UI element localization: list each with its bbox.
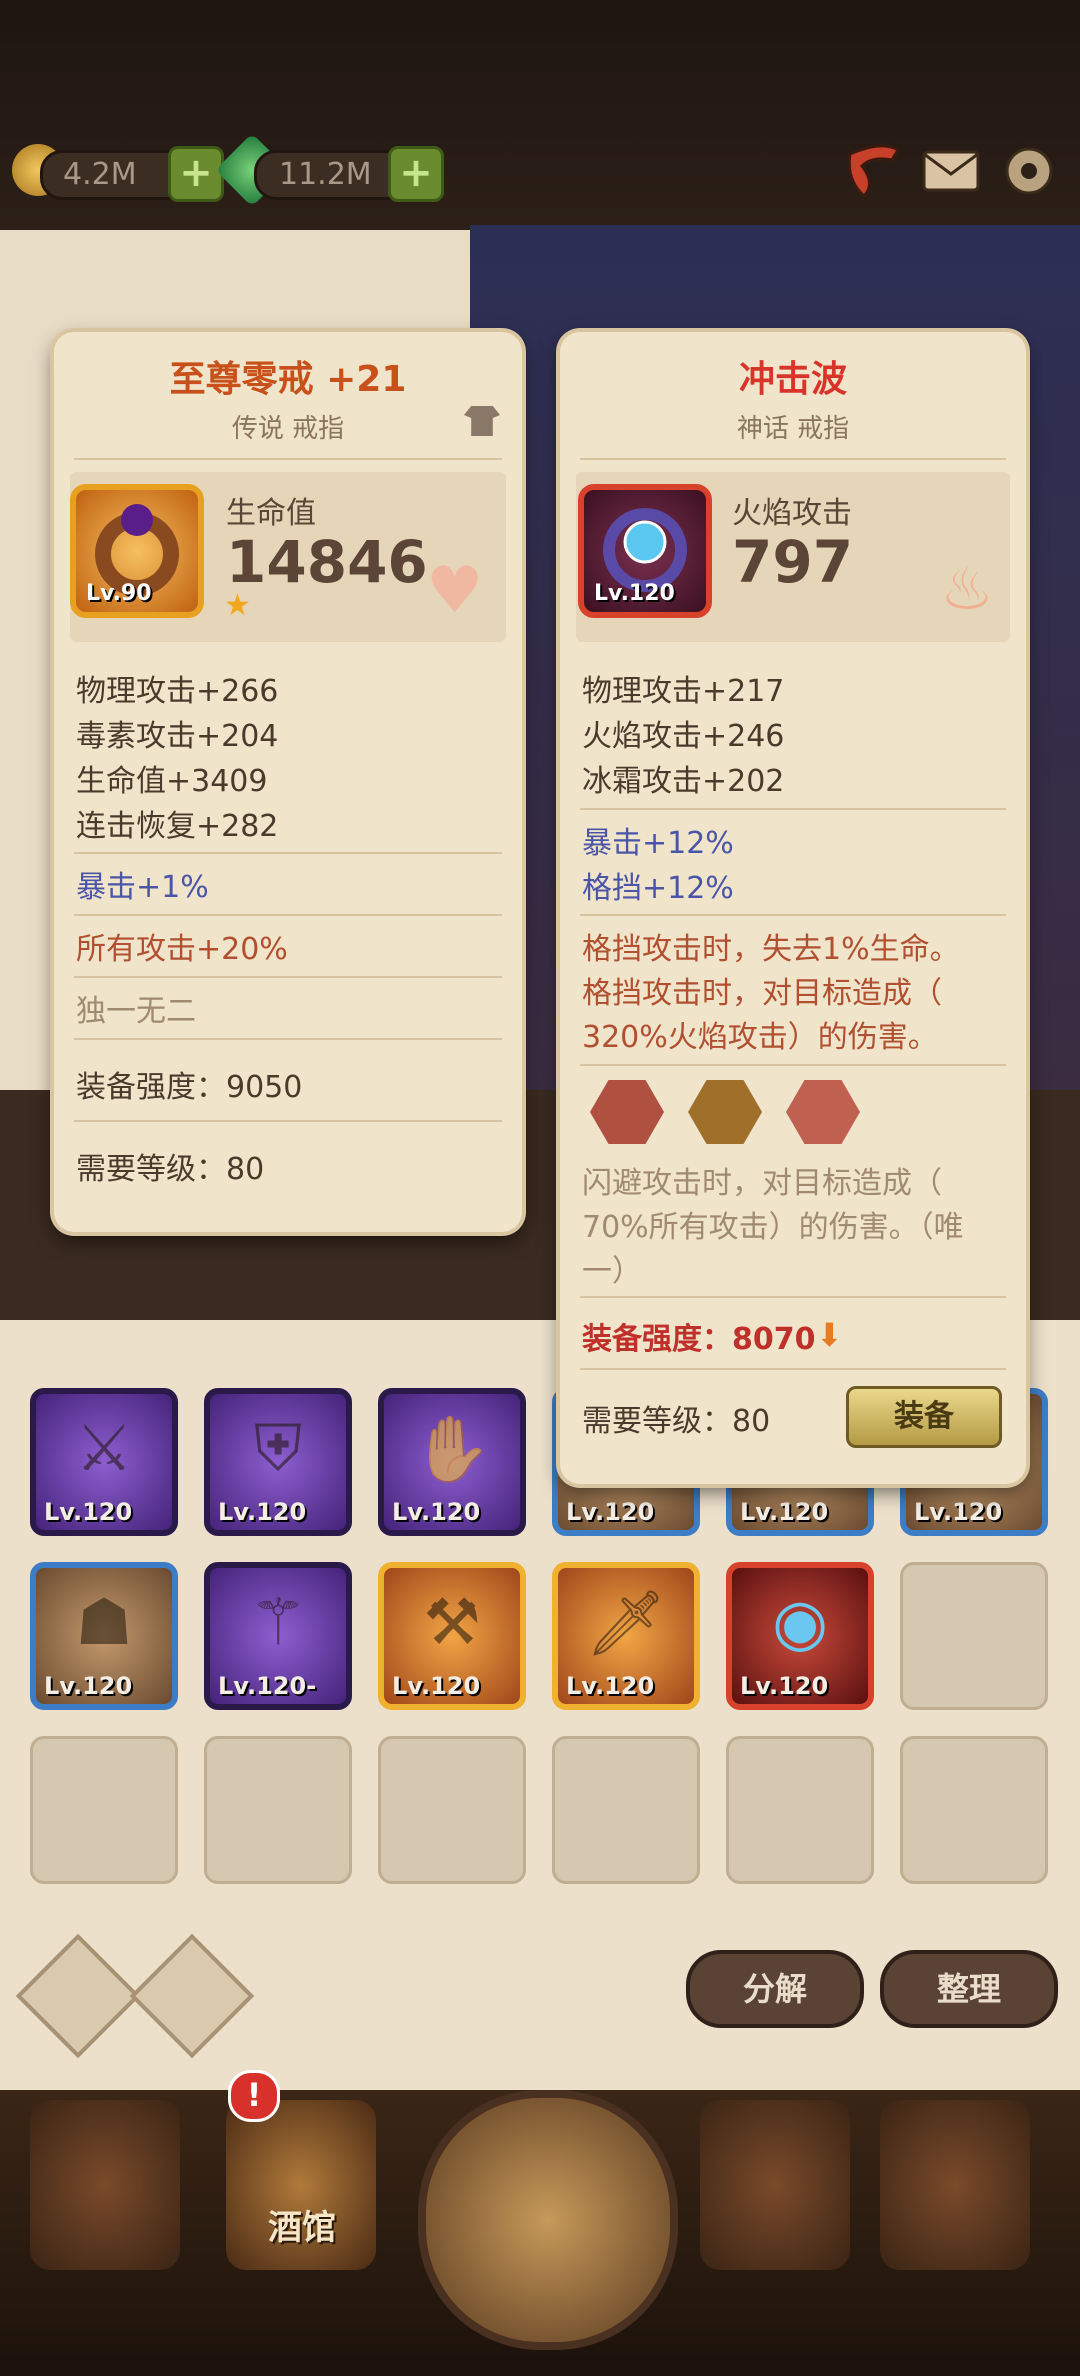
item-title: 至尊零戒 +21 bbox=[169, 359, 407, 400]
divider bbox=[74, 1120, 502, 1122]
inventory-slot[interactable]: ⛨ Lv.120 bbox=[204, 1388, 352, 1536]
alert-badge-icon: ! bbox=[228, 2070, 280, 2122]
inventory-slot-empty[interactable] bbox=[900, 1736, 1048, 1884]
stat-line: 物理攻击+217 bbox=[582, 674, 785, 709]
socket-effect-line: 一） bbox=[582, 1254, 642, 1289]
ring-icon: Lv.120 bbox=[578, 484, 712, 618]
arrow-down-icon: ⬇ bbox=[816, 1316, 843, 1354]
effect-line: 格挡攻击时，失去1%生命。 bbox=[582, 932, 960, 967]
horn-icon[interactable] bbox=[842, 140, 904, 202]
inventory-slot-empty[interactable] bbox=[378, 1736, 526, 1884]
divider bbox=[580, 808, 1006, 810]
main-stat-value: 797 bbox=[732, 528, 854, 596]
divider bbox=[74, 852, 502, 854]
main-stat-label: 火焰攻击 bbox=[732, 496, 852, 531]
inventory-slot-empty[interactable] bbox=[30, 1736, 178, 1884]
socket-gem-icon bbox=[590, 1080, 664, 1144]
inventory-slot-empty[interactable] bbox=[552, 1736, 700, 1884]
divider bbox=[580, 1064, 1006, 1066]
ring-icon: Lv.90 bbox=[70, 484, 204, 618]
divider bbox=[580, 1296, 1006, 1298]
required-level: 需要等级：80 bbox=[582, 1404, 771, 1439]
divider bbox=[580, 914, 1006, 916]
stat-line: 毒素攻击+204 bbox=[76, 719, 279, 754]
stat-line: 物理攻击+266 bbox=[76, 674, 279, 709]
socket-gem-icon bbox=[786, 1080, 860, 1144]
unique-tag: 独一无二 bbox=[76, 994, 196, 1029]
shield-icon: ⛨ bbox=[254, 1412, 302, 1486]
required-level: 需要等级：80 bbox=[76, 1152, 265, 1187]
add-gems-button[interactable]: + bbox=[388, 146, 444, 202]
dagger-icon: 🗡 bbox=[585, 1587, 667, 1661]
club-icon: ⚒ bbox=[423, 1586, 481, 1660]
effect-line: 格挡攻击时，对目标造成（ bbox=[582, 976, 942, 1011]
mail-icon[interactable] bbox=[920, 140, 982, 202]
decompose-button[interactable]: 分解 bbox=[686, 1950, 864, 2028]
star-icon: ★ bbox=[224, 588, 251, 623]
equipment-power: 装备强度：8070 bbox=[582, 1322, 816, 1357]
flame-icon: ♨ bbox=[940, 554, 994, 624]
effect-line: 320%火焰攻击）的伤害。 bbox=[582, 1020, 938, 1055]
ring-icon: ◉ bbox=[772, 1586, 828, 1660]
scythe-icon: ⚔ bbox=[75, 1412, 133, 1486]
bonus-stat: 所有攻击+20% bbox=[76, 932, 288, 967]
divider bbox=[74, 914, 502, 916]
nav-adventure-button[interactable] bbox=[418, 2090, 678, 2350]
crit-stat: 暴击+12% bbox=[582, 826, 734, 861]
nav-house-button[interactable] bbox=[30, 2100, 180, 2270]
equipment-power: 装备强度：9050 bbox=[76, 1070, 303, 1105]
socket-effect-line: 70%所有攻击）的伤害。（唯 bbox=[582, 1210, 964, 1245]
socket-effect-line: 闪避攻击时，对目标造成（ bbox=[582, 1166, 942, 1201]
divider bbox=[74, 458, 502, 460]
nav-forge-button[interactable] bbox=[880, 2100, 1030, 2270]
add-gold-button[interactable]: + bbox=[168, 146, 224, 202]
inventory-slot[interactable]: ✋ Lv.120 bbox=[378, 1388, 526, 1536]
equip-button[interactable]: 装备 bbox=[846, 1386, 1002, 1448]
equipped-item-card: 至尊零戒 +21 传说 戒指 Lv.90 生命值 14846 ★ ♥ 物理攻击+… bbox=[54, 332, 522, 1232]
item-title: 冲击波 bbox=[738, 359, 847, 400]
inventory-slot[interactable]: ⚒ Lv.120 bbox=[378, 1562, 526, 1710]
item-type: 传说 戒指 bbox=[231, 414, 345, 444]
stat-line: 生命值+3409 bbox=[76, 764, 268, 799]
mask-icon: ☗ bbox=[75, 1586, 133, 1660]
crit-stat: 暴击+1% bbox=[76, 870, 209, 905]
stat-line: 连击恢复+282 bbox=[76, 809, 279, 844]
main-stat-label: 生命值 bbox=[226, 496, 316, 531]
divider bbox=[74, 976, 502, 978]
gear-icon[interactable] bbox=[998, 140, 1060, 202]
inventory-slot-selected[interactable]: ◉ Lv.120 bbox=[726, 1562, 874, 1710]
nav-tavern-label: 酒馆 bbox=[268, 2208, 336, 2248]
top-bar bbox=[0, 0, 1080, 240]
inventory-slot-empty[interactable] bbox=[204, 1736, 352, 1884]
inventory-slot[interactable]: ☗ Lv.120 bbox=[30, 1562, 178, 1710]
inventory-slot[interactable]: ⚚ Lv.120- bbox=[204, 1562, 352, 1710]
socket-gem-icon bbox=[688, 1080, 762, 1144]
main-stat-value: 14846 bbox=[226, 528, 428, 596]
organize-button[interactable]: 整理 bbox=[880, 1950, 1058, 2028]
divider bbox=[74, 1038, 502, 1040]
selected-item-card: 冲击波 神话 戒指 Lv.120 火焰攻击 797 ♨ 物理攻击+217 火焰攻… bbox=[560, 332, 1026, 1484]
inventory-slot-empty[interactable] bbox=[900, 1562, 1048, 1710]
inventory-slot-empty[interactable] bbox=[726, 1736, 874, 1884]
stat-line: 冰霜攻击+202 bbox=[582, 764, 785, 799]
claw-icon: ⚚ bbox=[249, 1586, 307, 1660]
inventory-slot[interactable]: ⚔ Lv.120 bbox=[30, 1388, 178, 1536]
divider bbox=[580, 1368, 1006, 1370]
nav-guild-button[interactable] bbox=[700, 2100, 850, 2270]
stat-line: 火焰攻击+246 bbox=[582, 719, 785, 754]
block-stat: 格挡+12% bbox=[582, 871, 734, 906]
divider bbox=[580, 458, 1006, 460]
heart-icon: ♥ bbox=[426, 554, 484, 628]
item-type: 神话 戒指 bbox=[736, 414, 850, 444]
inventory-slot[interactable]: 🗡 Lv.120 bbox=[552, 1562, 700, 1710]
gauntlet-icon: ✋ bbox=[412, 1413, 492, 1487]
